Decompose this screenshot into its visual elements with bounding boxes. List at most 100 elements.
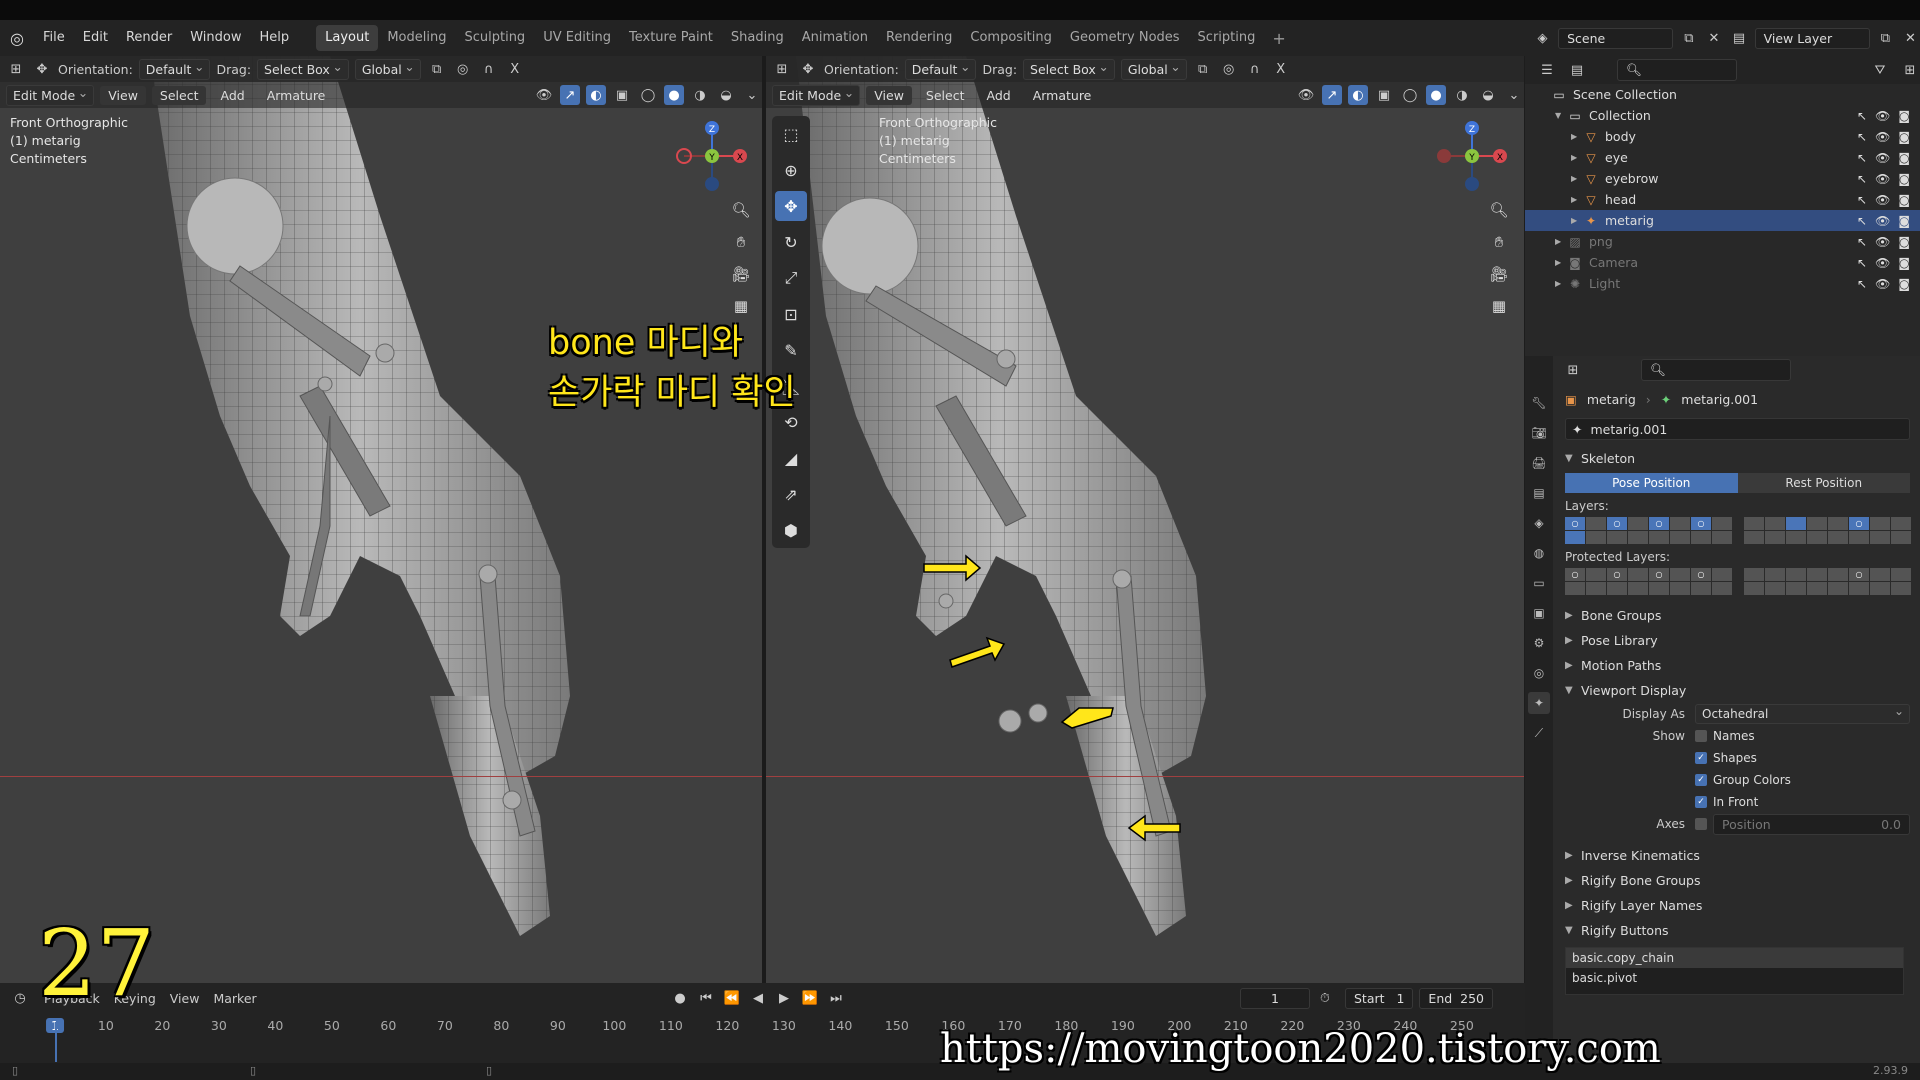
view-layer-icon[interactable]: ▤ xyxy=(1730,28,1749,48)
panel-inverse-kinematics[interactable]: ▶ Inverse Kinematics xyxy=(1555,843,1920,868)
panel-pose-library[interactable]: ▶ Pose Library xyxy=(1555,628,1920,653)
menu-select[interactable]: Select xyxy=(151,85,207,105)
visibility-icon[interactable]: 👁 xyxy=(1296,85,1316,105)
shading-material-icon[interactable]: ◑ xyxy=(1452,85,1472,105)
camera-render-icon[interactable]: ◙ xyxy=(1898,193,1910,207)
next-keyframe-icon[interactable]: ⏩ xyxy=(800,988,820,1008)
menu-file[interactable]: File xyxy=(34,20,74,56)
camera-render-icon[interactable]: ◙ xyxy=(1898,130,1910,144)
eye-icon[interactable]: 👁 xyxy=(1875,151,1890,165)
tab-layout[interactable]: Layout xyxy=(316,25,379,51)
disclosure-arrow-icon[interactable]: ▶ xyxy=(1571,153,1583,162)
cursor-tool-icon[interactable]: ⊕ xyxy=(775,155,807,185)
drag-dropdown[interactable]: Select Box xyxy=(1023,58,1115,80)
zoom-icon[interactable]: 🔍︎ xyxy=(728,199,754,221)
outliner-item-collection[interactable]: ▼ ▭ Collection ↖ 👁 ◙ xyxy=(1525,105,1920,126)
outliner-item-png[interactable]: ▶ ▨ png ↖ 👁 ◙ xyxy=(1525,231,1920,252)
filter-icon[interactable]: ⛛ xyxy=(1870,60,1890,80)
xray-icon[interactable]: ▣ xyxy=(1374,85,1394,105)
proportional-edit-icon[interactable]: ◎ xyxy=(453,59,473,79)
rigify-rig-type-list[interactable]: basic.copy_chain basic.pivot xyxy=(1565,947,1904,995)
snap-icon[interactable]: ⧉ xyxy=(1193,59,1213,79)
ortho-grid-icon[interactable]: ▦ xyxy=(728,295,754,317)
world-tab-icon[interactable]: ◍ xyxy=(1528,542,1550,564)
scene-selector[interactable]: Scene xyxy=(1558,27,1674,49)
disclosure-arrow-icon[interactable]: ▶ xyxy=(1571,195,1583,204)
rest-position-button[interactable]: Rest Position xyxy=(1737,473,1910,493)
panel-rigify-layer-names[interactable]: ▶ Rigify Layer Names xyxy=(1555,893,1920,918)
editor-type-icon[interactable]: ⊞ xyxy=(6,59,26,79)
shading-solid-icon[interactable]: ● xyxy=(664,85,684,105)
proportional-edit-icon[interactable]: ◎ xyxy=(1219,59,1239,79)
editor-type-icon[interactable]: ⊞ xyxy=(772,59,792,79)
mode-dropdown[interactable]: Edit Mode xyxy=(772,84,861,106)
gizmo-toggle-icon[interactable]: ↗ xyxy=(560,85,580,105)
disclosure-arrow-icon[interactable]: ▶ xyxy=(1555,237,1567,246)
scale-tool-icon[interactable]: ⤢ xyxy=(775,263,807,293)
tab-animation[interactable]: Animation xyxy=(793,25,877,51)
names-checkbox[interactable] xyxy=(1695,730,1707,742)
armature-datablock-selector[interactable]: ✦ metarig.001 xyxy=(1565,418,1910,440)
add-workspace-icon[interactable]: + xyxy=(1264,29,1293,48)
shading-options-icon[interactable]: ⌄ xyxy=(1504,85,1524,105)
axes-checkbox[interactable] xyxy=(1695,818,1707,830)
pan-hand-icon[interactable]: ✋︎ xyxy=(1486,231,1512,253)
move-tool-icon[interactable]: ✥ xyxy=(775,191,807,221)
delete-view-layer-icon[interactable]: ✕ xyxy=(1901,28,1920,48)
tab-modeling[interactable]: Modeling xyxy=(378,25,455,51)
bone-tab-icon[interactable]: ⟋ xyxy=(1528,722,1550,744)
current-frame-field[interactable]: 1 xyxy=(1240,987,1310,1009)
timeline-editor-type-icon[interactable]: ◷ xyxy=(10,988,30,1008)
eye-icon[interactable]: 👁 xyxy=(1875,130,1890,144)
eye-icon[interactable]: 👁 xyxy=(1875,235,1890,249)
menu-marker[interactable]: Marker xyxy=(213,991,256,1006)
shading-material-icon[interactable]: ◑ xyxy=(690,85,710,105)
disclosure-arrow-icon[interactable]: ▶ xyxy=(1555,258,1567,267)
outliner-item-light[interactable]: ▶ ✺ Light ↖ 👁 ◙ xyxy=(1525,273,1920,294)
group-colors-checkbox[interactable]: ✓ xyxy=(1695,774,1707,786)
eye-icon[interactable]: 👁 xyxy=(1875,172,1890,186)
falloff-icon[interactable]: ∩ xyxy=(1245,59,1265,79)
menu-armature[interactable]: Armature xyxy=(1025,86,1100,105)
selectable-icon[interactable]: ↖ xyxy=(1857,256,1867,270)
protected-grid-left[interactable]: ○ ○ ○ ○ xyxy=(1565,568,1732,595)
outliner-item-body[interactable]: ▶ ▽ body ↖ 👁 ◙ xyxy=(1525,126,1920,147)
selectable-icon[interactable]: ↖ xyxy=(1857,172,1867,186)
eye-icon[interactable]: 👁 xyxy=(1875,256,1890,270)
render-tab-icon[interactable]: 📷︎ xyxy=(1528,422,1550,444)
menu-select[interactable]: Select xyxy=(918,86,973,105)
disclosure-arrow-icon[interactable]: ▶ xyxy=(1571,216,1583,225)
panel-bone-groups[interactable]: ▶ Bone Groups xyxy=(1555,603,1920,628)
outliner-editor-icon[interactable]: ☰ xyxy=(1537,60,1557,80)
menu-window[interactable]: Window xyxy=(181,20,250,56)
transform-orientation-dropdown[interactable]: Global xyxy=(1120,58,1187,80)
transform-orientation-dropdown[interactable]: Global xyxy=(354,58,421,80)
bone-size-tool-icon[interactable]: ◢ xyxy=(775,443,807,473)
armature-data-tab-icon[interactable]: ✦ xyxy=(1528,692,1550,714)
tab-scripting[interactable]: Scripting xyxy=(1189,25,1265,51)
panel-motion-paths[interactable]: ▶ Motion Paths xyxy=(1555,653,1920,678)
shading-options-icon[interactable]: ⌄ xyxy=(742,85,762,105)
disclosure-arrow-icon[interactable]: ▼ xyxy=(1555,111,1567,120)
bone-envelope-tool-icon[interactable]: ⬢ xyxy=(775,515,807,545)
disclosure-arrow-icon[interactable]: ▶ xyxy=(1571,132,1583,141)
drag-dropdown[interactable]: Select Box xyxy=(257,58,349,80)
menu-view[interactable]: View xyxy=(866,85,912,105)
list-item[interactable]: basic.pivot xyxy=(1566,968,1903,988)
tab-sculpting[interactable]: Sculpting xyxy=(455,25,534,51)
outliner-item-head[interactable]: ▶ ▽ head ↖ 👁 ◙ xyxy=(1525,189,1920,210)
zoom-icon[interactable]: 🔍︎ xyxy=(1486,199,1512,221)
clock-icon[interactable]: ⏱ xyxy=(1320,990,1330,1006)
layer-grid-left[interactable]: ○ ○ ○ ○ xyxy=(1565,517,1732,544)
shading-rendered-icon[interactable]: ◒ xyxy=(1478,85,1498,105)
panel-rigify-buttons[interactable]: ▼ Rigify Buttons xyxy=(1555,918,1920,943)
axes-position-field[interactable]: Position 0.0 xyxy=(1713,813,1910,835)
overlay-toggle-icon[interactable]: ◐ xyxy=(1348,85,1368,105)
select-box-tool-icon[interactable]: ⬚ xyxy=(775,119,807,149)
start-frame-field[interactable]: Start 1 xyxy=(1345,987,1414,1009)
camera-render-icon[interactable]: ◙ xyxy=(1898,214,1910,228)
new-collection-icon[interactable]: ⊞ xyxy=(1900,60,1920,80)
play-icon[interactable]: ▶ xyxy=(774,988,794,1008)
pose-position-button[interactable]: Pose Position xyxy=(1565,473,1738,493)
list-item[interactable]: basic.copy_chain xyxy=(1566,948,1903,968)
